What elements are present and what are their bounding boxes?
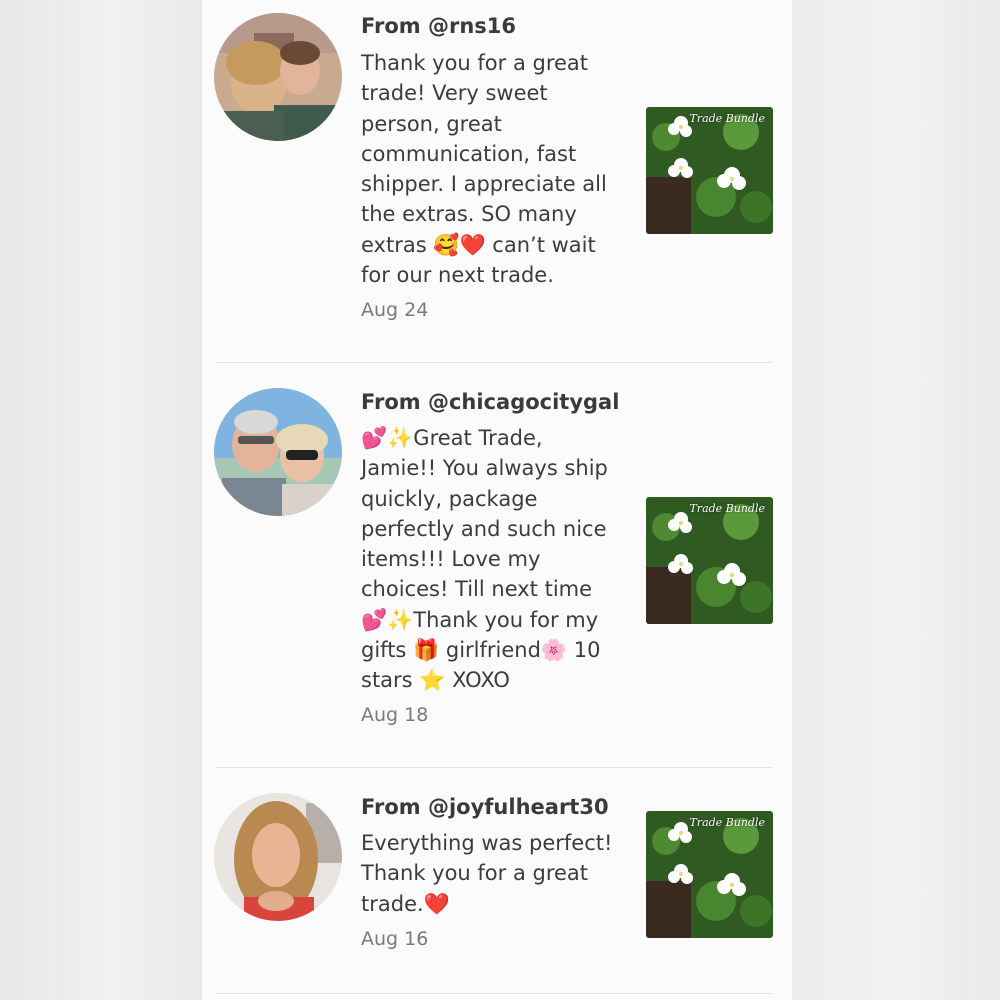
white-flowers-photo-icon [646, 107, 773, 234]
right-background [792, 0, 1000, 1000]
listing-thumbnail[interactable]: Trade Bundle [646, 811, 773, 938]
review-item: From @joyfulheart30 Everything was perfe… [202, 768, 792, 993]
white-flowers-photo-icon [646, 497, 773, 624]
user-avatar[interactable] [214, 388, 342, 516]
listing-thumbnail[interactable]: Trade Bundle [646, 497, 773, 624]
review-message: Everything was perfect! Thank you for a … [361, 831, 613, 916]
listing-thumbnail[interactable]: Trade Bundle [646, 107, 773, 234]
thumbnail-label: Trade Bundle [689, 816, 765, 829]
review-message: Thank you for a great trade! Very sweet … [361, 51, 607, 288]
thumbnail-label: Trade Bundle [689, 502, 765, 515]
divider [215, 993, 772, 994]
review-username[interactable]: From @chicagocitygal [361, 390, 619, 414]
avatar-photo-icon [214, 13, 342, 141]
reviews-panel: From @rns16 Thank you for a great trade!… [202, 0, 792, 1000]
review-date: Aug 18 [361, 704, 429, 726]
review-date: Aug 24 [361, 299, 429, 321]
user-avatar[interactable] [214, 793, 342, 921]
review-message: 💕✨Great Trade, Jamie!! You always ship q… [361, 426, 608, 693]
avatar-photo-icon [214, 388, 342, 516]
review-username[interactable]: From @rns16 [361, 14, 516, 38]
left-background [0, 0, 202, 1000]
review-item: From @rns16 Thank you for a great trade!… [202, 0, 792, 362]
review-date: Aug 16 [361, 928, 429, 950]
white-flowers-photo-icon [646, 811, 773, 938]
user-avatar[interactable] [214, 13, 342, 141]
review-username[interactable]: From @joyfulheart30 [361, 795, 609, 819]
thumbnail-label: Trade Bundle [689, 112, 765, 125]
review-item: From @chicagocitygal 💕✨Great Trade, Jami… [202, 363, 792, 767]
avatar-photo-icon [214, 793, 342, 921]
